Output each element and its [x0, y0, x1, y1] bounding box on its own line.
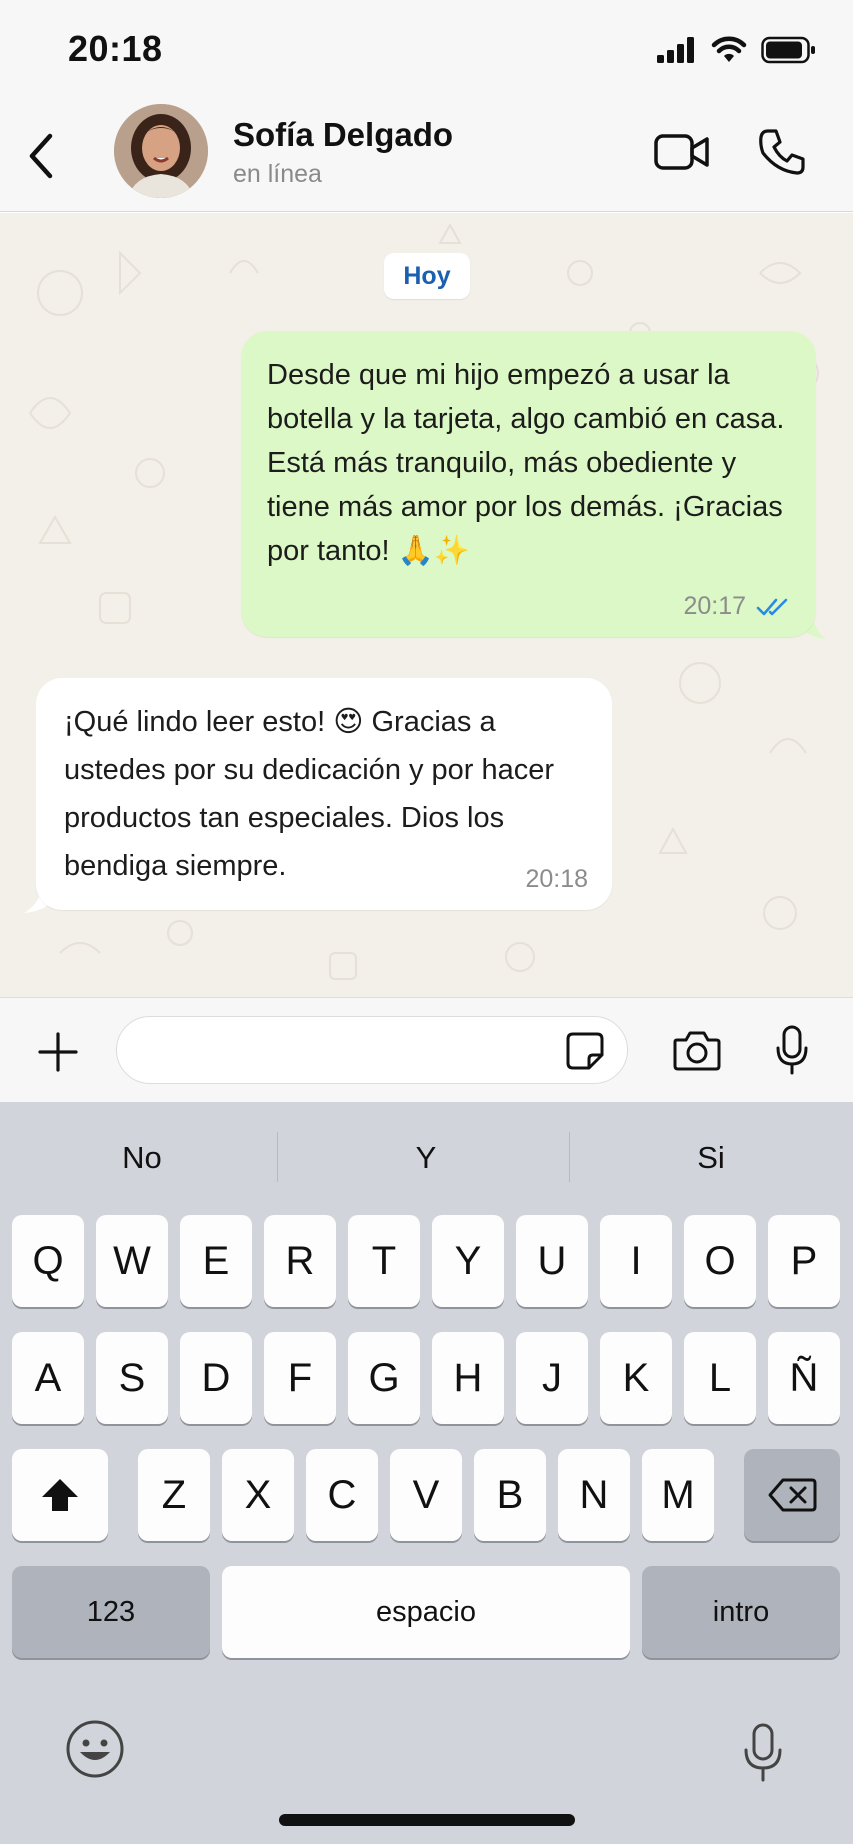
date-chip: Hoy [384, 253, 470, 299]
key-n[interactable]: N [558, 1449, 630, 1541]
sticker-button[interactable] [565, 1031, 605, 1071]
emoji-icon [66, 1720, 124, 1778]
status-time: 20:18 [68, 28, 163, 69]
key-h[interactable]: H [432, 1332, 504, 1424]
phone-icon [759, 129, 805, 175]
key-j[interactable]: J [516, 1332, 588, 1424]
status-icons [657, 36, 817, 64]
key-k[interactable]: K [600, 1332, 672, 1424]
video-camera-icon [654, 134, 709, 170]
shift-key[interactable] [12, 1449, 108, 1541]
voice-note-button[interactable] [774, 1024, 810, 1076]
signal-icon [657, 37, 694, 63]
status-bar: 20:18 [0, 0, 853, 100]
message-text: Desde que mi hijo empezó a usar la botel… [267, 359, 785, 567]
key-c[interactable]: C [306, 1449, 378, 1541]
suggestion-divider [277, 1132, 278, 1182]
key-enye[interactable]: Ñ [768, 1332, 840, 1424]
attach-button[interactable] [36, 1030, 80, 1074]
key-x[interactable]: X [222, 1449, 294, 1541]
key-r[interactable]: R [264, 1215, 336, 1307]
key-s[interactable]: S [96, 1332, 168, 1424]
backspace-icon [768, 1478, 817, 1512]
shift-icon [42, 1479, 78, 1511]
key-z[interactable]: Z [138, 1449, 210, 1541]
message-meta: 20:17 [683, 592, 790, 621]
message-outgoing[interactable]: Desde que mi hijo empezó a usar la botel… [241, 331, 816, 637]
key-d[interactable]: D [180, 1332, 252, 1424]
message-incoming[interactable]: ¡Qué lindo leer esto! 😍 Gracias a ustede… [36, 678, 612, 910]
plus-icon [38, 1032, 78, 1072]
message-time: 20:18 [525, 865, 588, 893]
return-key[interactable]: intro [642, 1566, 840, 1658]
camera-button[interactable] [672, 1028, 722, 1072]
chat-area[interactable]: Hoy Desde que mi hijo empezó a usar la b… [0, 213, 853, 997]
key-l[interactable]: L [684, 1332, 756, 1424]
message-meta: 20:18 [525, 865, 588, 894]
key-g[interactable]: G [348, 1332, 420, 1424]
keyboard: No Y Si Q W E R T Y U I O P A S D F G H … [0, 1102, 853, 1844]
microphone-icon [776, 1025, 808, 1075]
suggestion-bar: No Y Si [0, 1102, 853, 1214]
key-m[interactable]: M [642, 1449, 714, 1541]
input-bar [0, 997, 853, 1102]
back-button[interactable] [22, 130, 62, 182]
key-y[interactable]: Y [432, 1215, 504, 1307]
sticker-icon [566, 1032, 604, 1070]
suggestion-1[interactable]: No [0, 1130, 284, 1186]
avatar[interactable] [114, 104, 208, 198]
message-time: 20:17 [683, 592, 746, 620]
battery-icon [761, 36, 815, 64]
space-key[interactable]: espacio [222, 1566, 630, 1658]
video-call-button[interactable] [654, 130, 710, 174]
dictation-button[interactable] [742, 1722, 784, 1784]
message-input[interactable] [116, 1016, 628, 1084]
backspace-key[interactable] [744, 1449, 840, 1541]
double-check-icon [756, 598, 788, 615]
key-f[interactable]: F [264, 1332, 336, 1424]
contact-status: en línea [233, 160, 322, 188]
wifi-icon [711, 36, 747, 62]
key-u[interactable]: U [516, 1215, 588, 1307]
key-t[interactable]: T [348, 1215, 420, 1307]
suggestion-3[interactable]: Si [569, 1130, 853, 1186]
key-w[interactable]: W [96, 1215, 168, 1307]
key-b[interactable]: B [474, 1449, 546, 1541]
key-v[interactable]: V [390, 1449, 462, 1541]
key-o[interactable]: O [684, 1215, 756, 1307]
contact-name[interactable]: Sofía Delgado [233, 116, 453, 154]
contact-photo [114, 104, 208, 198]
key-p[interactable]: P [768, 1215, 840, 1307]
suggestion-2[interactable]: Y [284, 1130, 568, 1186]
chat-header: Sofía Delgado en línea [0, 100, 853, 212]
key-e[interactable]: E [180, 1215, 252, 1307]
home-indicator [279, 1814, 575, 1826]
message-text: ¡Qué lindo leer esto! 😍 Gracias a ustede… [64, 706, 555, 882]
camera-icon [673, 1031, 721, 1071]
chevron-left-icon [29, 133, 53, 179]
key-a[interactable]: A [12, 1332, 84, 1424]
key-i[interactable]: I [600, 1215, 672, 1307]
numbers-key[interactable]: 123 [12, 1566, 210, 1658]
microphone-icon [744, 1723, 782, 1782]
emoji-keyboard-button[interactable] [64, 1718, 126, 1780]
key-q[interactable]: Q [12, 1215, 84, 1307]
voice-call-button[interactable] [757, 127, 807, 177]
